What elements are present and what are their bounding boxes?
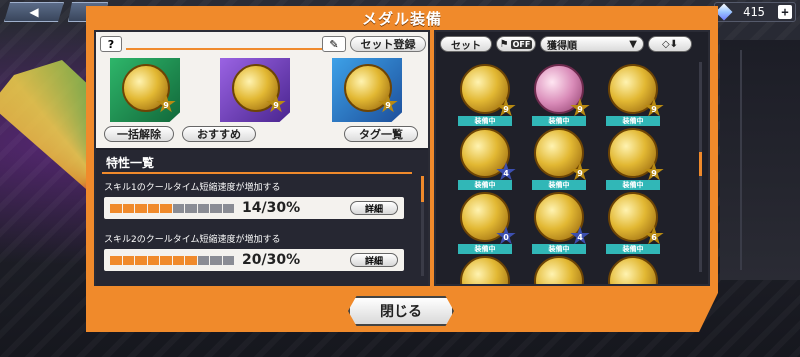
medal-slot-3[interactable]: 9 — [332, 58, 402, 122]
skill-label: スキル2のクールタイム短縮速度が増加する — [104, 235, 281, 245]
title-underline — [102, 172, 412, 174]
medal-item[interactable]: 装備中 6 — [604, 180, 664, 246]
detail-button[interactable]: 詳細 — [350, 201, 398, 215]
progress-segment — [147, 255, 159, 265]
currency-display: 415 + — [714, 2, 796, 22]
skill-label: スキル1のクールタイム短縮速度が増加する — [104, 183, 281, 193]
tag-list-button[interactable]: タグ一覧 — [344, 126, 418, 142]
equipped-badge: 装備中 — [458, 180, 512, 190]
skill-trait-row: スキル1のクールタイム短縮速度が増加する 14/30% 詳細 — [104, 180, 404, 219]
progress-segment — [135, 255, 147, 265]
skill-value: 20/30% — [242, 252, 301, 268]
equipped-badge: 装備中 — [532, 116, 586, 126]
progress-segment — [122, 255, 134, 265]
medal-item[interactable]: 装備中 4 — [456, 116, 516, 182]
medal-slot-1[interactable]: 9 — [110, 58, 180, 122]
progress-segment — [210, 203, 222, 213]
medal-item[interactable]: 装備中9 — [604, 244, 664, 284]
down-arrow-icon: ⬇ — [669, 38, 679, 50]
progress-segment — [172, 203, 184, 213]
skill-value: 14/30% — [242, 200, 301, 216]
modal-title: メダル装備 — [361, 9, 442, 28]
scroll-thumb[interactable] — [699, 152, 702, 176]
medal-item[interactable]: 9 — [604, 52, 664, 118]
skill-progress-bar — [110, 203, 234, 213]
progress-segment — [210, 255, 222, 265]
help-button[interactable]: ? — [100, 36, 122, 52]
medal-item[interactable]: 装備中 4 — [530, 180, 590, 246]
recommend-button[interactable]: おすすめ — [182, 126, 256, 142]
add-currency-button[interactable]: + — [778, 5, 792, 19]
medal-coin — [608, 256, 658, 284]
medal-item[interactable]: 装備中9 — [530, 116, 590, 182]
progress-segment — [222, 255, 234, 265]
progress-segment — [185, 255, 197, 265]
skill-box: 20/30% 詳細 — [104, 249, 404, 271]
back-arrow-icon: ◀ — [29, 5, 39, 19]
equipment-panel: ? ✎ セット登録 9 9 9 一括解除 おすすめ タグ一覧 特性一覧 スキル1… — [94, 30, 430, 286]
inventory-scrollbar[interactable] — [699, 62, 702, 272]
scroll-thumb[interactable] — [421, 176, 424, 202]
back-button[interactable]: ◀ — [4, 2, 64, 22]
progress-segment — [147, 203, 159, 213]
medal-slot-2[interactable]: 9 — [220, 58, 290, 122]
clear-all-button[interactable]: 一括解除 — [104, 126, 174, 142]
right-edge-decoration — [720, 40, 800, 280]
progress-segment — [110, 255, 122, 265]
equipped-slots-area: ? ✎ セット登録 9 9 9 一括解除 おすすめ タグ一覧 — [96, 32, 428, 148]
progress-segment — [222, 203, 234, 213]
medal-inventory-panel: セット ⚑ OFF 獲得順 ▼ ◇ ⬇ 9 9 9 装備中 4 装備中 9 装備中 9 装備中 0 装備… — [434, 30, 710, 286]
progress-segment — [135, 203, 147, 213]
set-button[interactable]: セット — [440, 36, 492, 52]
skill-trait-row: スキル2のクールタイム短縮速度が増加する 20/30% 詳細 — [104, 232, 404, 271]
dropdown-arrow-icon: ▼ — [629, 38, 637, 50]
medal-item[interactable]: 装備中9 — [604, 116, 664, 182]
sort-dropdown[interactable]: 獲得順 ▼ — [540, 36, 644, 52]
equipped-badge: 装備中 — [532, 180, 586, 190]
equipped-badge: 装備中 — [606, 116, 660, 126]
medal-coin — [460, 256, 510, 284]
diamond-icon: ◇ — [661, 38, 670, 50]
set-register-button[interactable]: セット登録 — [350, 36, 426, 52]
progress-segment — [172, 255, 184, 265]
traits-list: 特性一覧 スキル1のクールタイム短縮速度が増加する 14/30% 詳細 スキル2… — [96, 150, 428, 286]
edit-name-button[interactable]: ✎ — [322, 36, 346, 52]
progress-segment — [197, 255, 209, 265]
medal-item[interactable]: 9 — [456, 52, 516, 118]
sort-order-button[interactable]: ◇ ⬇ — [648, 36, 692, 52]
equipped-badge: 装備中 — [532, 244, 586, 254]
progress-segment — [160, 203, 172, 213]
close-button[interactable]: 閉じる — [348, 296, 454, 326]
gem-icon — [715, 3, 733, 21]
medal-item[interactable]: 装備中9 — [530, 244, 590, 284]
equipped-badge: 装備中 — [458, 116, 512, 126]
traits-scrollbar[interactable] — [421, 176, 424, 276]
currency-value: 415 — [743, 5, 765, 19]
bookmark-filter-toggle[interactable]: ⚑ OFF — [496, 36, 536, 52]
pencil-icon: ✎ — [329, 37, 339, 51]
equipped-badge: 装備中 — [606, 244, 660, 254]
medal-coin — [534, 256, 584, 284]
equipped-badge: 装備中 — [606, 180, 660, 190]
edge-line — [740, 50, 742, 270]
set-name-field[interactable] — [126, 38, 322, 50]
medal-item[interactable]: 9 — [530, 52, 590, 118]
medal-item[interactable]: 装備中9 — [456, 244, 516, 284]
modal-title-bar: メダル装備 — [86, 6, 718, 30]
progress-segment — [185, 203, 197, 213]
detail-button[interactable]: 詳細 — [350, 253, 398, 267]
progress-segment — [110, 203, 122, 213]
sort-label: 獲得順 — [547, 40, 577, 52]
filter-state: OFF — [510, 39, 533, 49]
bookmark-icon: ⚑ — [499, 38, 509, 50]
traits-title: 特性一覧 — [106, 156, 155, 170]
medal-item[interactable]: 装備中 0 — [456, 180, 516, 246]
progress-segment — [197, 203, 209, 213]
equipped-badge: 装備中 — [458, 244, 512, 254]
skill-progress-bar — [110, 255, 234, 265]
progress-segment — [160, 255, 172, 265]
progress-segment — [122, 203, 134, 213]
skill-box: 14/30% 詳細 — [104, 197, 404, 219]
